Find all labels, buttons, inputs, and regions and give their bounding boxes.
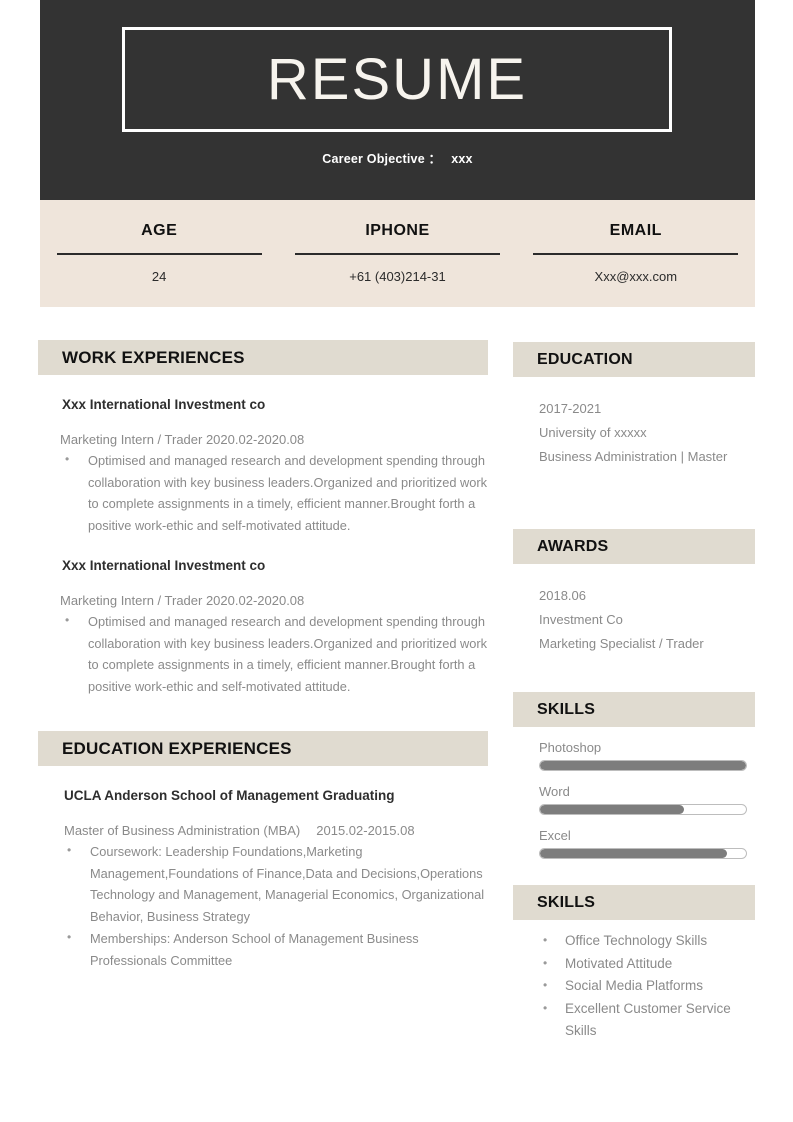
main-column: WORK EXPERIENCES Xxx International Inves… bbox=[38, 340, 490, 972]
skill-name: Excel bbox=[539, 828, 571, 843]
education-dates: 2015.02-2015.08 bbox=[316, 823, 415, 838]
work-company: Xxx International Investment co bbox=[62, 397, 266, 412]
list-item: Social Media Platforms bbox=[539, 974, 755, 998]
contact-label: EMAIL bbox=[609, 222, 662, 239]
education-line: University of xxxxx bbox=[539, 425, 647, 440]
skill-fill bbox=[540, 805, 685, 814]
education-summary: 2017-2021 University of xxxxx Business A… bbox=[513, 397, 755, 469]
work-entry: Xxx International Investment co Marketin… bbox=[38, 558, 490, 697]
section-title: WORK EXPERIENCES bbox=[62, 347, 245, 367]
education-line: 2017-2021 bbox=[539, 401, 602, 416]
skill-track bbox=[539, 848, 747, 859]
career-objective-value: xxx bbox=[451, 152, 473, 166]
section-header-skills-list: SKILLS bbox=[513, 885, 755, 920]
list-item: Office Technology Skills bbox=[539, 929, 755, 953]
section-header-work-experiences: WORK EXPERIENCES bbox=[38, 340, 488, 375]
contact-label: IPHONE bbox=[365, 222, 430, 239]
contact-divider bbox=[56, 253, 262, 255]
section-header-education-experiences: EDUCATION EXPERIENCES bbox=[38, 731, 488, 766]
education-line: Business Administration | Master bbox=[539, 449, 728, 464]
career-objective-label: Career Objective ： bbox=[322, 152, 442, 166]
work-bullet-list: Optimised and managed research and devel… bbox=[62, 610, 490, 697]
skill-bar-row: Excel bbox=[539, 828, 755, 859]
list-item: Excellent Customer Service Skills bbox=[539, 997, 755, 1043]
education-bullet: Memberships: Anderson School of Manageme… bbox=[64, 927, 490, 971]
skill-name: Word bbox=[539, 784, 570, 799]
resume-page: RESUME Career Objective ： xxx AGE 24 IPHO… bbox=[0, 0, 793, 1122]
section-title: AWARDS bbox=[537, 537, 609, 555]
title-frame: RESUME bbox=[122, 27, 672, 132]
work-bullet: Optimised and managed research and devel… bbox=[62, 449, 490, 536]
skills-bars-group: Photoshop Word Excel bbox=[513, 740, 755, 859]
list-item: Motivated Attitude bbox=[539, 952, 755, 976]
section-title: SKILLS bbox=[537, 893, 596, 911]
education-experience-entry: UCLA Anderson School of Management Gradu… bbox=[38, 788, 490, 971]
skill-name: Photoshop bbox=[539, 740, 602, 755]
work-bullet: Optimised and managed research and devel… bbox=[62, 610, 490, 697]
contact-label: AGE bbox=[141, 222, 178, 239]
education-bullet: Coursework: Leadership Foundations,Marke… bbox=[64, 840, 490, 927]
contact-bar: AGE 24 IPHONE +61 (403)214-31 EMAIL Xxx@… bbox=[40, 200, 755, 307]
award-line: Investment Co bbox=[539, 612, 623, 627]
section-header-skills-bars: SKILLS bbox=[513, 692, 755, 727]
contact-item-email: EMAIL Xxx@xxx.com bbox=[517, 200, 755, 307]
work-entry: Xxx International Investment co Marketin… bbox=[38, 397, 490, 536]
career-objective: Career Objective ： xxx bbox=[40, 148, 755, 167]
skills-list: Office Technology Skills Motivated Attit… bbox=[513, 929, 755, 1043]
contact-value: 24 bbox=[151, 268, 167, 284]
award-line: 2018.06 bbox=[539, 588, 586, 603]
sidebar-column: EDUCATION 2017-2021 University of xxxxx … bbox=[513, 340, 755, 1043]
resume-header: RESUME Career Objective ： xxx bbox=[40, 0, 755, 200]
skill-fill bbox=[540, 849, 728, 858]
work-company: Xxx International Investment co bbox=[62, 558, 266, 573]
skill-track bbox=[539, 804, 747, 815]
section-header-awards: AWARDS bbox=[513, 529, 755, 564]
education-bullet-list: Coursework: Leadership Foundations,Marke… bbox=[38, 840, 490, 971]
contact-item-iphone: IPHONE +61 (403)214-31 bbox=[278, 200, 516, 307]
skill-bar-row: Photoshop bbox=[539, 740, 755, 771]
work-role: Marketing Intern / Trader 2020.02-2020.0… bbox=[60, 593, 305, 608]
education-degree: Master of Business Administration (MBA) bbox=[64, 823, 301, 838]
section-title: EDUCATION EXPERIENCES bbox=[62, 738, 292, 758]
section-header-education: EDUCATION bbox=[513, 342, 755, 377]
contact-divider bbox=[294, 253, 500, 255]
skill-track bbox=[539, 760, 747, 771]
work-role: Marketing Intern / Trader 2020.02-2020.0… bbox=[60, 432, 305, 447]
work-bullet-list: Optimised and managed research and devel… bbox=[62, 449, 490, 536]
education-degree-row: Master of Business Administration (MBA) 2… bbox=[38, 823, 490, 838]
contact-value: +61 (403)214-31 bbox=[349, 268, 446, 284]
contact-divider bbox=[533, 253, 739, 255]
award-line: Marketing Specialist / Trader bbox=[539, 636, 704, 651]
contact-item-age: AGE 24 bbox=[40, 200, 278, 307]
skill-bar-row: Word bbox=[539, 784, 755, 815]
contact-value: Xxx@xxx.com bbox=[594, 268, 678, 284]
awards-summary: 2018.06 Investment Co Marketing Speciali… bbox=[513, 584, 755, 656]
section-title: EDUCATION bbox=[537, 350, 633, 368]
education-school: UCLA Anderson School of Management Gradu… bbox=[64, 788, 395, 803]
section-title: SKILLS bbox=[537, 700, 596, 718]
skill-fill bbox=[540, 761, 746, 770]
page-title: RESUME bbox=[266, 46, 528, 112]
